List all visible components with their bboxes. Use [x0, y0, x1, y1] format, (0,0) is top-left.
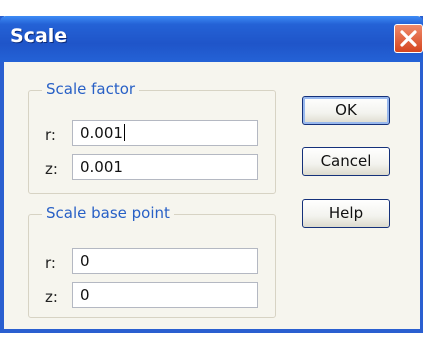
ok-button[interactable]: OK: [302, 96, 390, 125]
scale-base-point-z-label: z:: [45, 288, 58, 306]
scale-factor-z-label: z:: [45, 160, 58, 178]
scale-base-point-z-input[interactable]: 0: [72, 282, 258, 308]
scale-factor-r-input[interactable]: 0.001: [72, 120, 258, 146]
close-icon: [400, 30, 417, 47]
scale-base-point-z-value: 0: [80, 286, 90, 304]
cancel-button[interactable]: Cancel: [302, 147, 390, 176]
help-button[interactable]: Help: [302, 199, 390, 228]
scale-factor-z-input[interactable]: 0.001: [72, 154, 258, 180]
scale-factor-z-value: 0.001: [80, 158, 123, 176]
dialog-title: Scale: [10, 25, 68, 47]
scale-base-point-r-input[interactable]: 0: [72, 248, 258, 274]
close-button[interactable]: [394, 24, 423, 53]
scale-base-point-r-value: 0: [80, 252, 90, 270]
scale-factor-r-value: 0.001: [80, 124, 123, 142]
dialog-body: Scale factor r: 0.001 z: 0.001 Scale bas…: [4, 62, 420, 329]
scale-factor-legend: Scale factor: [42, 80, 140, 98]
scale-base-point-r-label: r:: [45, 254, 56, 272]
text-caret: [123, 124, 125, 141]
scale-factor-r-label: r:: [45, 126, 56, 144]
scale-base-point-legend: Scale base point: [42, 204, 174, 222]
